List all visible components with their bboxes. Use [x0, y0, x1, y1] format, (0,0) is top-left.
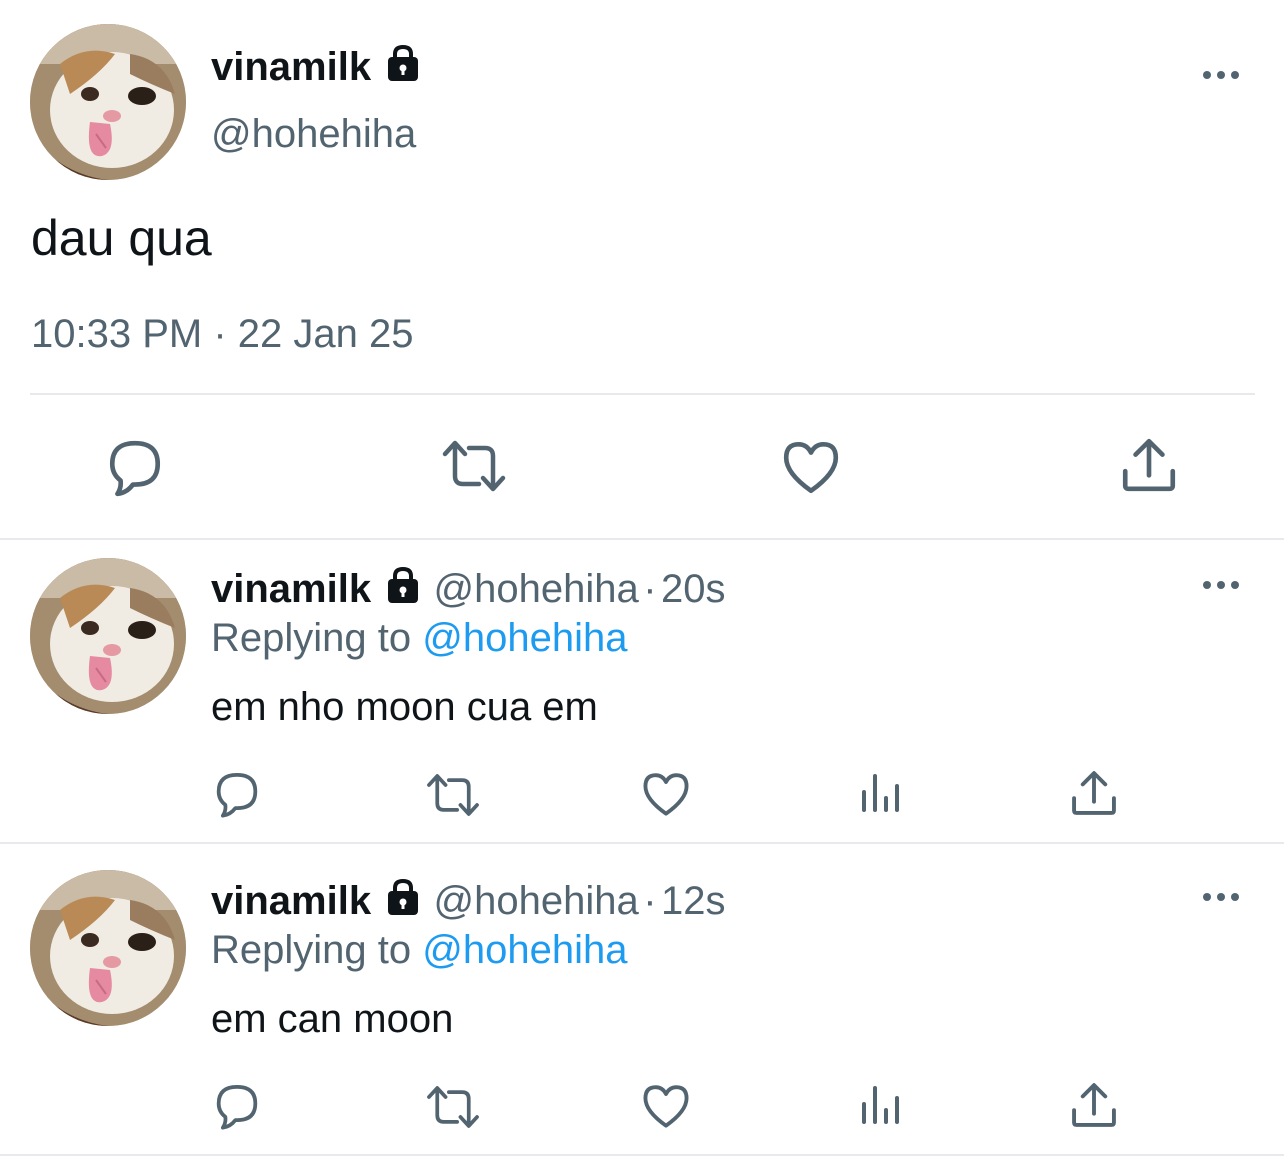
meta-separator: · — [643, 879, 657, 923]
avatar[interactable] — [30, 870, 186, 1026]
retweet-icon[interactable] — [439, 436, 509, 496]
avatar-image — [30, 24, 186, 180]
reply-icon[interactable] — [212, 769, 262, 819]
like-icon[interactable] — [780, 438, 842, 496]
replying-handle-link[interactable]: @hohehiha — [422, 616, 627, 660]
avatar[interactable] — [30, 24, 186, 180]
replying-to: Replying to @hohehiha — [211, 614, 627, 662]
tweet-time[interactable]: 10:33 PM — [31, 312, 202, 356]
reply-icon[interactable] — [212, 1081, 262, 1131]
time-ago[interactable]: 12s — [661, 879, 726, 923]
tweet-text: em can moon — [211, 997, 454, 1041]
reply-icon[interactable] — [104, 436, 166, 498]
lock-icon — [383, 44, 423, 84]
replying-to: Replying to @hohehiha — [211, 926, 627, 974]
handle[interactable]: @hohehiha — [211, 110, 416, 158]
handle[interactable]: @hohehiha — [434, 879, 639, 923]
tweet-text: dau qua — [31, 210, 212, 266]
share-icon[interactable] — [1118, 434, 1180, 496]
replying-label: Replying to — [211, 928, 412, 972]
section-divider — [0, 842, 1284, 844]
meta-separator: · — [213, 312, 227, 356]
like-icon[interactable] — [640, 1082, 692, 1130]
like-icon[interactable] — [640, 770, 692, 818]
avatar[interactable] — [30, 558, 186, 714]
replying-handle-link[interactable]: @hohehiha — [422, 928, 627, 972]
more-icon[interactable] — [1201, 889, 1241, 905]
more-icon[interactable] — [1201, 67, 1241, 83]
tweet-date[interactable]: 22 Jan 25 — [238, 312, 414, 356]
meta-separator: · — [643, 567, 657, 611]
share-icon[interactable] — [1068, 767, 1120, 819]
lock-icon — [383, 566, 423, 606]
divider — [30, 393, 1255, 395]
time-ago[interactable]: 20s — [661, 567, 726, 611]
retweet-icon[interactable] — [424, 1082, 482, 1132]
retweet-icon[interactable] — [424, 770, 482, 820]
section-divider — [0, 1154, 1284, 1156]
views-icon[interactable] — [859, 1084, 903, 1128]
share-icon[interactable] — [1068, 1079, 1120, 1131]
author-line: vinamilk — [211, 43, 423, 100]
section-divider — [0, 538, 1284, 540]
lock-icon — [383, 878, 423, 918]
tweet-meta: 10:33 PM · 22 Jan 25 — [31, 310, 414, 358]
avatar-image — [30, 870, 186, 1026]
avatar-image — [30, 558, 186, 714]
views-icon[interactable] — [859, 772, 903, 816]
display-name[interactable]: vinamilk — [211, 45, 371, 89]
tweet-text: em nho moon cua em — [211, 685, 598, 729]
replying-label: Replying to — [211, 616, 412, 660]
display-name[interactable]: vinamilk — [211, 879, 371, 923]
handle[interactable]: @hohehiha — [434, 567, 639, 611]
display-name[interactable]: vinamilk — [211, 567, 371, 611]
more-icon[interactable] — [1201, 577, 1241, 593]
